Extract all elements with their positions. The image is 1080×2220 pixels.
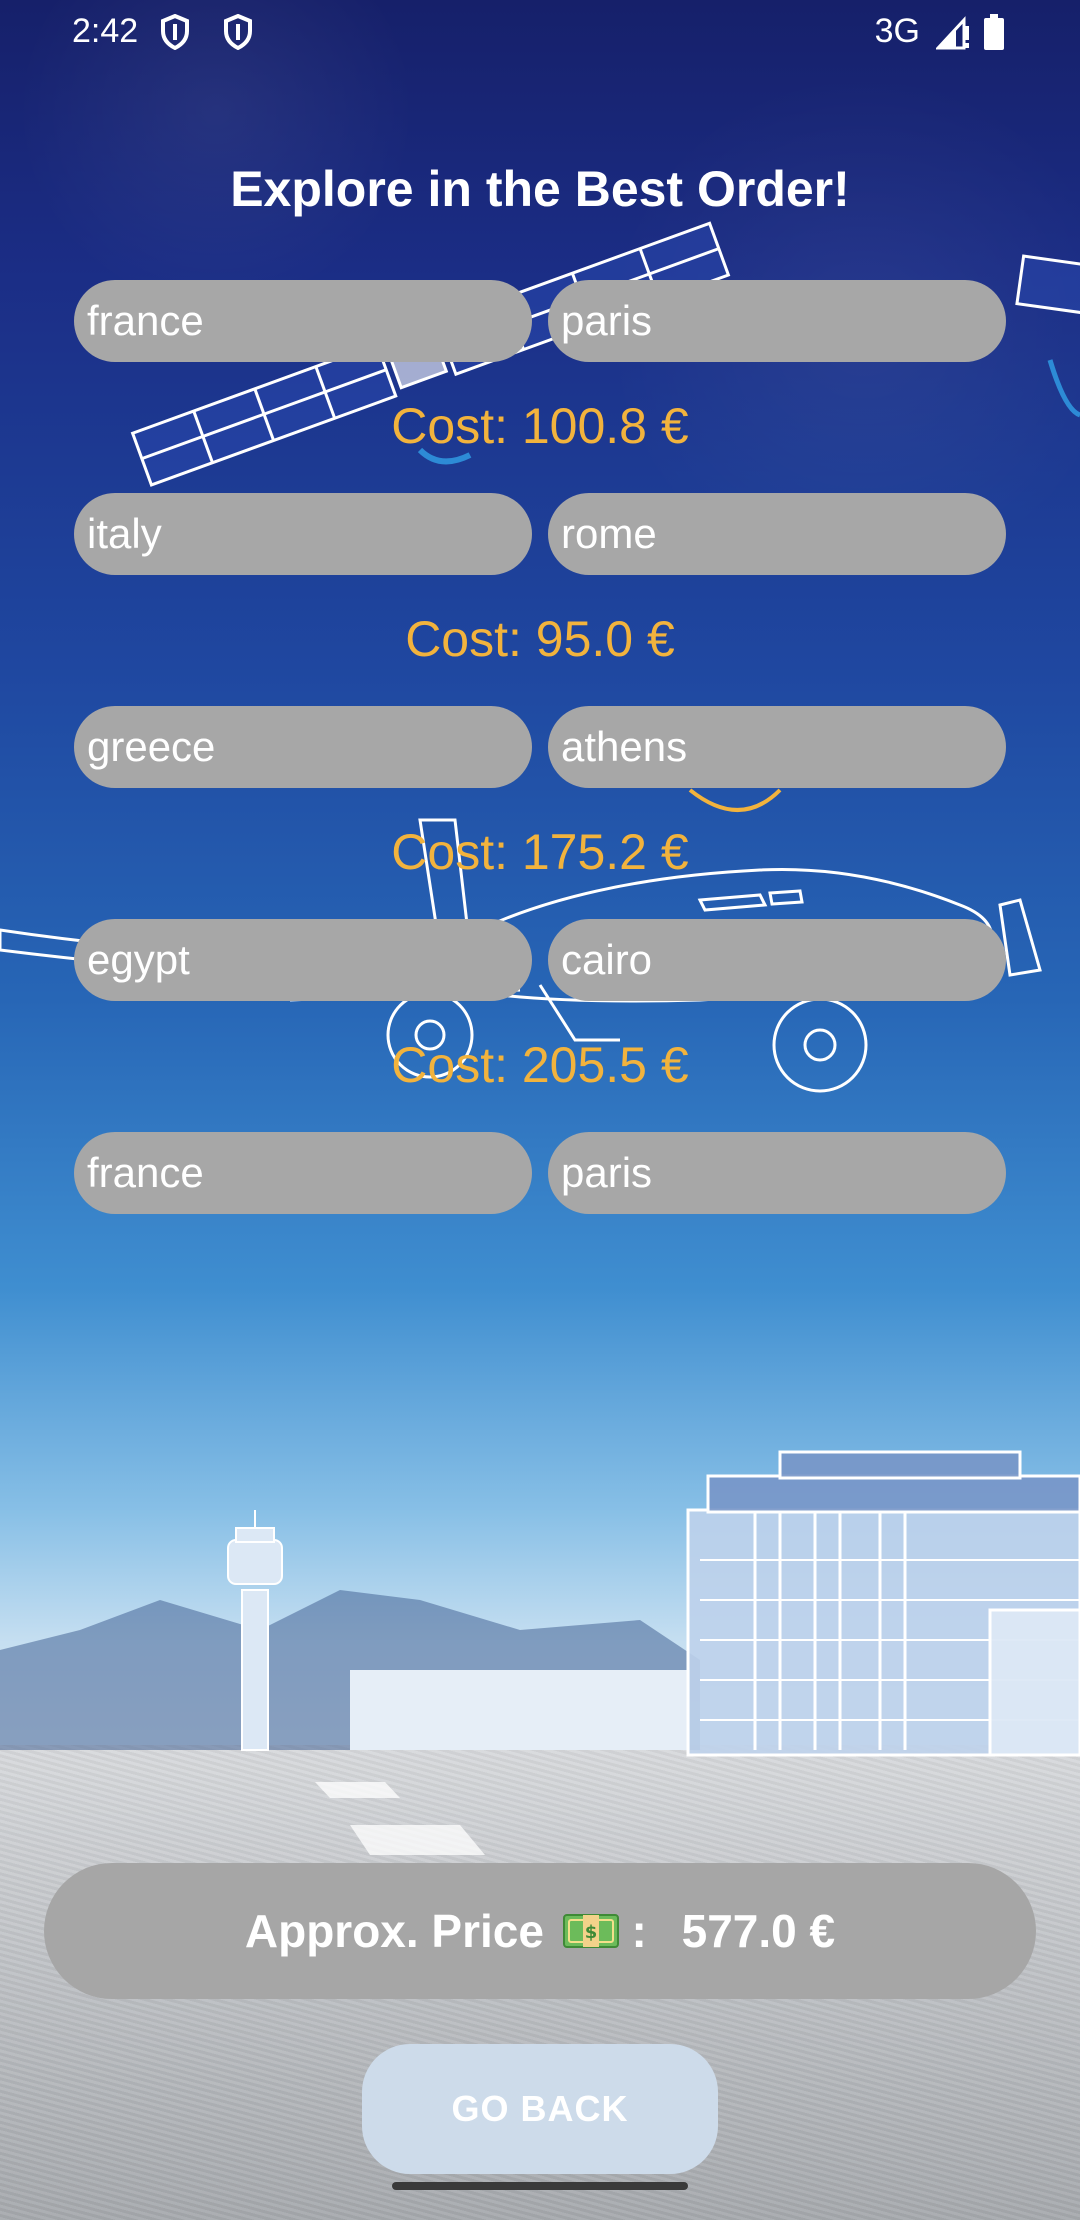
country-field[interactable]: italy (74, 493, 532, 575)
approx-price-value: 577.0 € (681, 1905, 836, 1957)
page-title: Explore in the Best Order! (230, 161, 850, 217)
control-tower-illustration (227, 1510, 283, 1751)
leg-cost: Cost: 175.2 € (391, 824, 689, 880)
home-indicator[interactable] (392, 2182, 688, 2190)
leg-cost: Cost: 95.0 € (405, 611, 675, 667)
signal-icon (936, 16, 969, 50)
terminal-building-illustration (350, 1450, 1080, 1757)
svg-text:$: $ (584, 1922, 597, 1943)
money-icon: $ (562, 1913, 619, 1948)
approx-price-bar: Approx. Price $ : 577.0 € (44, 1863, 1036, 1999)
approx-price-colon: : (631, 1905, 647, 1957)
status-time: 2:42 (72, 12, 139, 50)
city-field[interactable]: paris (548, 1132, 1006, 1214)
shield-icon (224, 14, 252, 50)
screen: 2:42 3G Explore in the Best Order! franc… (0, 0, 1080, 2220)
leg-cost: Cost: 100.8 € (391, 398, 689, 454)
satellite-partial (1015, 254, 1080, 418)
country-field[interactable]: france (74, 1132, 532, 1214)
city-field[interactable]: paris (548, 280, 1006, 362)
city-field[interactable]: athens (548, 706, 1006, 788)
country-field[interactable]: greece (74, 706, 532, 788)
go-back-button[interactable]: GO BACK (362, 2044, 718, 2174)
shield-icon (161, 14, 189, 50)
city-field[interactable]: cairo (548, 919, 1006, 1001)
status-bar: 2:42 3G (0, 0, 1080, 64)
country-field[interactable]: egypt (74, 919, 532, 1001)
leg-cost: Cost: 205.5 € (391, 1037, 689, 1093)
network-type: 3G (874, 12, 920, 50)
country-field[interactable]: france (74, 280, 532, 362)
city-field[interactable]: rome (548, 493, 1006, 575)
mountains-illustration (0, 1590, 700, 1750)
battery-icon (984, 14, 1004, 50)
approx-price-label: Approx. Price (244, 1905, 544, 1957)
